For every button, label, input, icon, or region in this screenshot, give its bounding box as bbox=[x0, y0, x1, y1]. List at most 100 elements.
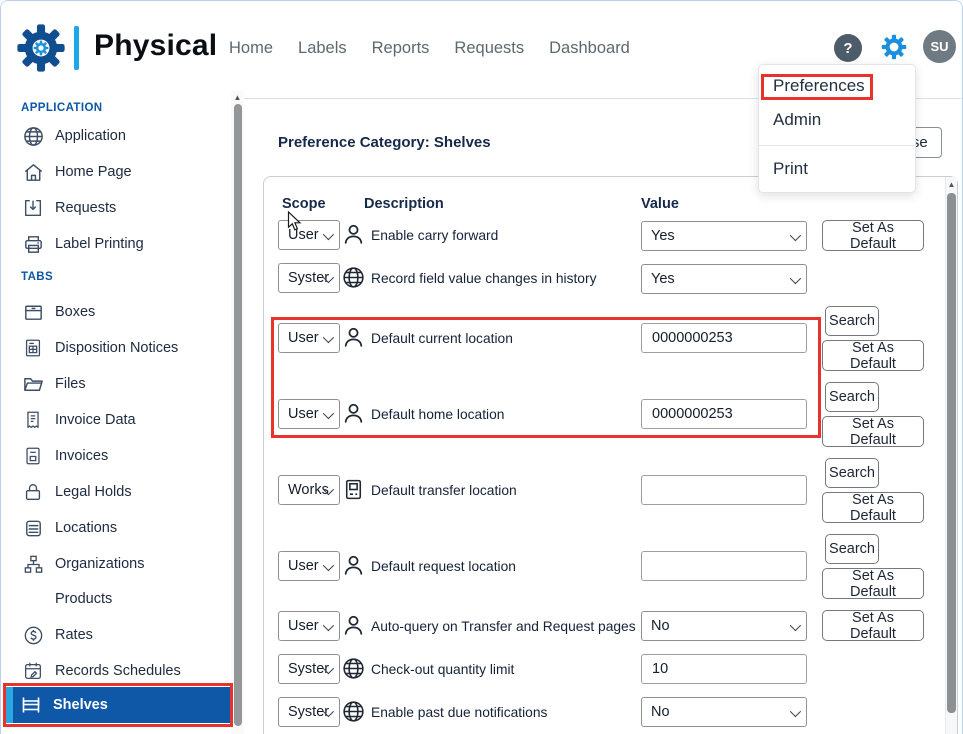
column-header-scope: Scope bbox=[282, 196, 326, 212]
mouse-cursor bbox=[287, 211, 303, 233]
scope-select[interactable]: User bbox=[278, 323, 340, 353]
scope-select[interactable]: Syster bbox=[278, 654, 340, 684]
set-as-default-button[interactable]: Set As Default bbox=[822, 610, 924, 641]
home-icon bbox=[21, 160, 45, 184]
scope-select[interactable]: Works bbox=[278, 475, 340, 505]
lock-icon bbox=[21, 480, 45, 504]
preference-description: Default request location bbox=[371, 559, 516, 574]
sidebar-item-application[interactable]: Application bbox=[1, 118, 229, 154]
value-input[interactable] bbox=[641, 551, 807, 581]
settings-gear-icon[interactable] bbox=[880, 33, 908, 61]
sidebar-item-invoices[interactable]: Invoices bbox=[1, 438, 229, 474]
folder-icon bbox=[21, 372, 45, 396]
sidebar-item-legal-holds[interactable]: Legal Holds bbox=[1, 474, 229, 510]
set-as-default-button[interactable]: Set As Default bbox=[822, 492, 924, 523]
preference-description: Auto-query on Transfer and Request pages bbox=[371, 619, 636, 634]
globe-icon bbox=[341, 265, 366, 291]
box-icon bbox=[21, 300, 45, 324]
sidebar-item-products[interactable]: Products bbox=[1, 581, 229, 617]
set-as-default-button[interactable]: Set As Default bbox=[822, 416, 924, 447]
column-header-description: Description bbox=[364, 196, 444, 212]
preference-description: Enable past due notifications bbox=[371, 705, 547, 720]
panel-scrollbar-up-icon[interactable]: ▲ bbox=[946, 178, 957, 191]
shelf-icon bbox=[19, 693, 43, 717]
document-table-icon bbox=[21, 336, 45, 360]
org-chart-icon bbox=[21, 552, 45, 576]
search-button[interactable]: Search bbox=[825, 458, 879, 488]
user-icon bbox=[341, 222, 366, 248]
sidebar-scrollbar-up-icon[interactable]: ▲ bbox=[232, 91, 243, 103]
sidebar-item-home-page[interactable]: Home Page bbox=[1, 154, 229, 190]
value-select[interactable]: No bbox=[641, 611, 807, 641]
value-select[interactable]: No bbox=[641, 697, 807, 727]
menu-item-print[interactable]: Print bbox=[773, 159, 808, 179]
sidebar-section-tabs: TABS bbox=[21, 271, 53, 283]
nav-dashboard[interactable]: Dashboard bbox=[549, 39, 630, 58]
scope-select[interactable]: Syster bbox=[278, 697, 340, 727]
value-select[interactable]: Yes bbox=[641, 221, 807, 251]
value-input[interactable] bbox=[641, 323, 807, 353]
scope-select[interactable]: User bbox=[278, 399, 340, 429]
sidebar-item-locations[interactable]: Locations bbox=[1, 510, 229, 546]
scope-select[interactable]: User bbox=[278, 611, 340, 641]
sidebar-item-label-printing[interactable]: Label Printing bbox=[1, 226, 229, 262]
value-select[interactable]: Yes bbox=[641, 264, 807, 294]
preference-description: Default current location bbox=[371, 331, 513, 346]
settings-dropdown-menu: Preferences Admin Print bbox=[758, 64, 916, 193]
page-title: Preference Category: Shelves bbox=[278, 134, 491, 151]
nav-reports[interactable]: Reports bbox=[372, 39, 430, 58]
sidebar-item-requests[interactable]: Requests bbox=[1, 190, 229, 226]
value-input[interactable] bbox=[641, 475, 807, 505]
help-icon[interactable]: ? bbox=[834, 34, 862, 62]
menu-item-preferences[interactable]: Preferences bbox=[773, 76, 865, 96]
column-header-value: Value bbox=[641, 196, 679, 212]
preference-description: Default transfer location bbox=[371, 483, 517, 498]
screen: Physical Home Labels Reports Requests Da… bbox=[0, 0, 963, 734]
set-as-default-button[interactable]: Set As Default bbox=[822, 568, 924, 599]
scope-select[interactable]: User bbox=[278, 551, 340, 581]
nav-labels[interactable]: Labels bbox=[298, 39, 347, 58]
chevron-down-icon bbox=[790, 706, 801, 717]
sidebar-item-disposition-notices[interactable]: Disposition Notices bbox=[1, 330, 229, 366]
chevron-down-icon bbox=[790, 620, 801, 631]
search-button[interactable]: Search bbox=[825, 306, 879, 336]
menu-divider bbox=[759, 145, 917, 146]
app-title: Physical bbox=[94, 29, 217, 63]
sidebar-item-files[interactable]: Files bbox=[1, 366, 229, 402]
nav-home[interactable]: Home bbox=[229, 39, 273, 58]
preference-description: Enable carry forward bbox=[371, 228, 498, 243]
printer-icon bbox=[21, 232, 45, 256]
user-icon bbox=[341, 613, 366, 639]
sidebar-item-records-schedules[interactable]: Records Schedules bbox=[1, 653, 229, 689]
sidebar-item-boxes[interactable]: Boxes bbox=[1, 294, 229, 330]
chevron-down-icon bbox=[790, 273, 801, 284]
search-button[interactable]: Search bbox=[825, 382, 879, 412]
preferences-panel bbox=[263, 176, 958, 734]
app-logo-gear-icon bbox=[14, 21, 68, 75]
value-input[interactable] bbox=[641, 654, 807, 684]
panel-scrollbar-thumb[interactable] bbox=[947, 193, 956, 713]
globe-icon bbox=[341, 656, 366, 682]
sidebar-item-organizations[interactable]: Organizations bbox=[1, 546, 229, 582]
sidebar-scrollbar-thumb[interactable] bbox=[234, 104, 242, 726]
sidebar-item-rates[interactable]: Rates bbox=[1, 617, 229, 653]
app-window: Physical Home Labels Reports Requests Da… bbox=[0, 0, 963, 734]
menu-item-admin[interactable]: Admin bbox=[773, 110, 821, 130]
scope-select[interactable]: Syster bbox=[278, 263, 340, 293]
user-avatar[interactable]: SU bbox=[923, 30, 956, 63]
sidebar-item-shelves[interactable]: Shelves bbox=[6, 687, 230, 723]
nav-requests[interactable]: Requests bbox=[454, 39, 524, 58]
sidebar-section-application: APPLICATION bbox=[21, 102, 103, 114]
receipt-icon bbox=[21, 408, 45, 432]
chevron-down-icon bbox=[323, 332, 334, 343]
inbox-tray-icon bbox=[21, 196, 45, 220]
preference-description: Record field value changes in history bbox=[371, 271, 596, 286]
value-input[interactable] bbox=[641, 399, 807, 429]
search-button[interactable]: Search bbox=[825, 534, 879, 564]
blank-icon bbox=[21, 587, 45, 611]
workstation-icon bbox=[341, 477, 366, 503]
sidebar-item-invoice-data[interactable]: Invoice Data bbox=[1, 402, 229, 438]
set-as-default-button[interactable]: Set As Default bbox=[822, 340, 924, 371]
chevron-down-icon bbox=[323, 408, 334, 419]
set-as-default-button[interactable]: Set As Default bbox=[822, 220, 924, 251]
